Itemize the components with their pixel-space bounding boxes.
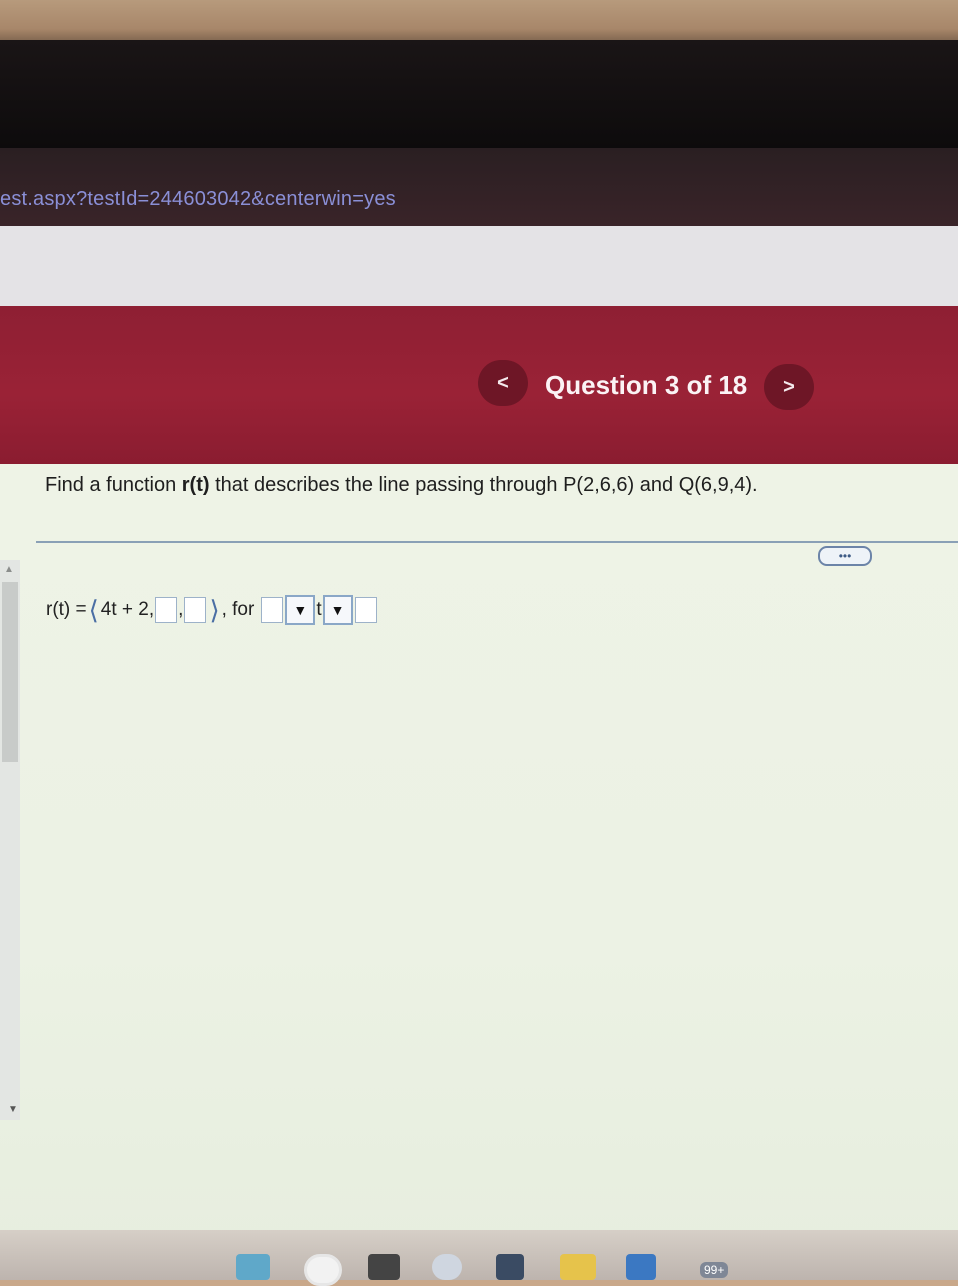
third-component-input[interactable] [184,597,207,623]
left-angle-bracket: ⟨ [88,594,99,625]
lower-bound-input[interactable] [261,597,284,623]
upper-inequality-dropdown[interactable]: ▼ [322,595,353,625]
dropdown-arrow-icon: ▼ [330,602,345,618]
section-divider [36,541,958,543]
browser-icon[interactable] [626,1254,656,1280]
windows-taskbar [0,1230,958,1280]
dropdown-arrow-icon: ▼ [293,602,308,618]
file-explorer-icon[interactable] [560,1254,596,1280]
question-function: r(t) [181,474,210,496]
next-question-button[interactable]: > [764,364,814,410]
page-top-band [0,226,958,310]
component-comma: , [178,599,184,620]
first-component: 4t + 2, [100,599,155,620]
previous-question-button[interactable]: < [478,360,528,406]
search-icon[interactable] [304,1254,342,1286]
for-label: , for [221,599,255,620]
equation-lhs: r(t) = [46,599,87,620]
answer-equation: r(t) = ⟨ 4t + 2, , ⟩ , for ▼ t ▼ [46,594,378,626]
widgets-icon[interactable] [432,1254,462,1280]
monitor-bezel [0,40,958,148]
lower-inequality-dropdown[interactable]: ▼ [285,595,316,625]
app-icon[interactable] [496,1254,524,1280]
scrollbar-thumb[interactable] [2,582,18,762]
start-menu-icon[interactable] [236,1254,270,1280]
question-prefix: Find a function [45,474,182,496]
right-angle-bracket: ⟩ [209,594,220,625]
scroll-down-icon[interactable]: ▼ [8,1104,18,1115]
question-text: Find a function r(t) that describes the … [45,474,758,497]
question-counter: Question 3 of 18 [545,370,748,400]
chevron-right-icon: > [783,375,795,398]
second-component-input[interactable] [155,597,178,623]
chevron-left-icon: < [497,371,509,394]
question-content-area [0,464,958,1244]
upper-bound-input[interactable] [354,597,377,623]
scroll-up-icon[interactable]: ▲ [4,564,14,575]
task-view-icon[interactable] [368,1254,400,1280]
more-options-button[interactable]: ••• [818,546,872,566]
notification-badge: 99+ [700,1262,729,1278]
url-text[interactable]: est.aspx?testId=244603042&centerwin=yes [0,188,396,211]
t-variable: t [316,599,322,620]
question-rest: that describes the line passing through … [209,474,758,496]
